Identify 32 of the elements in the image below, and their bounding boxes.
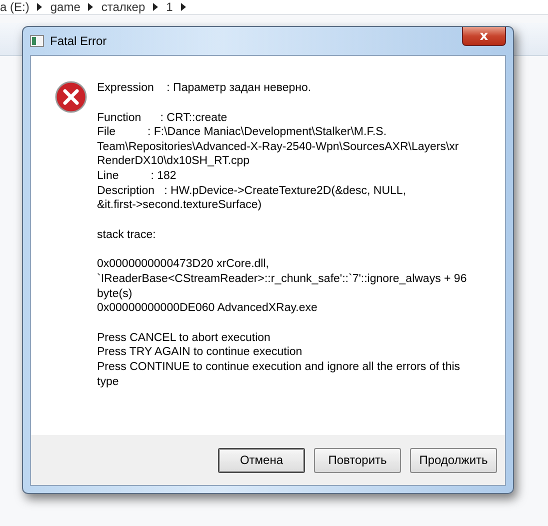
chevron-icon[interactable] xyxy=(180,3,186,11)
chevron-icon[interactable] xyxy=(153,3,158,11)
message-line: Press TRY AGAIN to continue execution xyxy=(97,345,304,360)
error-icon xyxy=(55,81,87,113)
dialog-button[interactable]: Отмена xyxy=(218,448,305,472)
message-line: 0x0000000000473D20 xrCore.dll, xyxy=(97,257,270,272)
message-line: `IReaderBase<CStreamReader>::r_chunk_safe'::`7'::ignore_always + 96 xyxy=(97,272,467,287)
message-line: &it.first->second.textureSurface) xyxy=(97,198,263,213)
dialog-button[interactable]: Продолжить xyxy=(410,448,497,472)
message-line: byte(s) xyxy=(97,286,134,302)
chevron-icon[interactable] xyxy=(88,3,94,11)
message-line: Press CONTINUE to continue execution and ignore all the errors of this xyxy=(97,360,462,374)
close-button[interactable]: x xyxy=(462,27,506,46)
dialog-button[interactable]: Повторить xyxy=(314,448,401,472)
breadcrumb-item[interactable]: а (E:) xyxy=(0,0,30,14)
message-line: File : F:\Dance Maniac\Development\Stalker\M.F.S. xyxy=(97,125,388,140)
window-title: Fatal Error xyxy=(50,34,107,48)
chevron-icon[interactable] xyxy=(37,3,42,11)
message-line: Function : CRT::create xyxy=(97,110,228,126)
breadcrumb-item[interactable]: 1 xyxy=(166,0,173,14)
window-icon xyxy=(30,35,44,47)
message-line: Expression : Параметр задан неверно. xyxy=(97,81,312,96)
message-line: 0x00000000000DE060 AdvancedXRay.exe xyxy=(97,301,318,316)
breadcrumb-item[interactable]: game xyxy=(50,0,80,14)
message-line: Description : HW.pDevice->CreateTexture2D(&desc, NULL, xyxy=(97,184,408,198)
message-line: Press CANCEL to abort execution xyxy=(97,330,272,346)
message-line: stack trace: xyxy=(97,228,157,242)
message-line: Line : 182 xyxy=(97,168,178,184)
message-line: Team\Repositories\Advanced-X-Ray-2540-Wpn\SourcesAXR\Layers\xr xyxy=(97,140,460,154)
message-line: RenderDX10\dx10SH_RT.cpp xyxy=(97,154,251,169)
breadcrumb-item[interactable]: сталкер xyxy=(101,0,146,14)
message-line: type xyxy=(97,374,120,390)
